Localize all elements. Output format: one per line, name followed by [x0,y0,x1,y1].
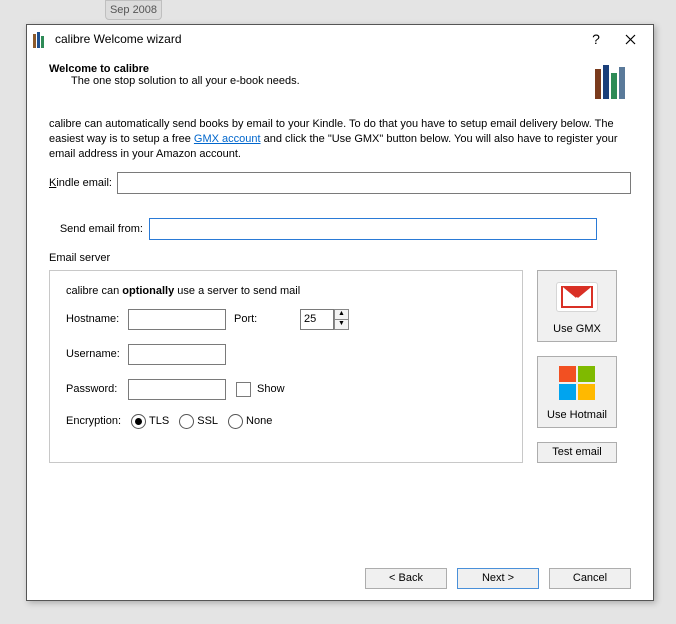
cancel-button[interactable]: Cancel [549,568,631,589]
email-server-panel: calibre can optionally use a server to s… [49,270,523,463]
next-button[interactable]: Next > [457,568,539,589]
encryption-none-label: None [246,415,272,427]
show-password-checkbox[interactable] [236,382,251,397]
close-button[interactable] [613,27,647,51]
windows-icon [559,366,595,400]
port-input[interactable] [300,309,334,330]
encryption-label: Encryption: [66,415,121,427]
back-button[interactable]: < Back [365,568,447,589]
panel-description: calibre can optionally use a server to s… [66,285,506,297]
encryption-ssl-label: SSL [197,415,218,427]
gmx-account-link[interactable]: GMX account [194,133,261,145]
calibre-icon [33,30,51,48]
titlebar: calibre Welcome wizard ? [27,25,653,53]
mail-icon [556,282,598,312]
send-from-input[interactable] [149,218,597,240]
kindle-email-input[interactable] [117,172,631,194]
intro-text: calibre can automatically send books by … [49,117,631,162]
spinner-up-icon[interactable]: ▲ [334,309,349,319]
use-hotmail-button[interactable]: Use Hotmail [537,356,617,428]
username-input[interactable] [128,344,226,365]
use-gmx-label: Use GMX [553,323,601,335]
encryption-tls-radio[interactable] [131,414,146,429]
background-tab: Sep 2008 [105,0,162,20]
help-button[interactable]: ? [579,27,613,51]
kindle-email-label: Kindle email: [49,177,117,189]
password-input[interactable] [128,379,226,400]
use-hotmail-label: Use Hotmail [547,409,607,421]
encryption-none-radio[interactable] [228,414,243,429]
encryption-tls-label: TLS [149,415,169,427]
header-subtitle: The one stop solution to all your e-book… [71,75,300,87]
test-email-button[interactable]: Test email [537,442,617,463]
send-from-label: Send email from: [49,223,149,235]
password-label: Password: [66,383,128,395]
hostname-input[interactable] [128,309,226,330]
wizard-dialog: calibre Welcome wizard ? Welcome to cali… [26,24,654,601]
username-label: Username: [66,348,128,360]
header-title: Welcome to calibre [49,63,300,75]
port-label: Port: [234,313,296,325]
encryption-ssl-radio[interactable] [179,414,194,429]
port-spinner[interactable]: ▲▼ [334,309,349,330]
email-server-label: Email server [49,252,631,264]
hostname-label: Hostname: [66,313,128,325]
close-icon [625,34,636,45]
window-title: calibre Welcome wizard [55,32,182,46]
dialog-footer: < Back Next > Cancel [27,556,653,600]
use-gmx-button[interactable]: Use GMX [537,270,617,342]
spinner-down-icon[interactable]: ▼ [334,319,349,330]
dialog-content: Welcome to calibre The one stop solution… [27,53,653,556]
books-icon [589,59,631,99]
show-password-label: Show [257,383,319,395]
